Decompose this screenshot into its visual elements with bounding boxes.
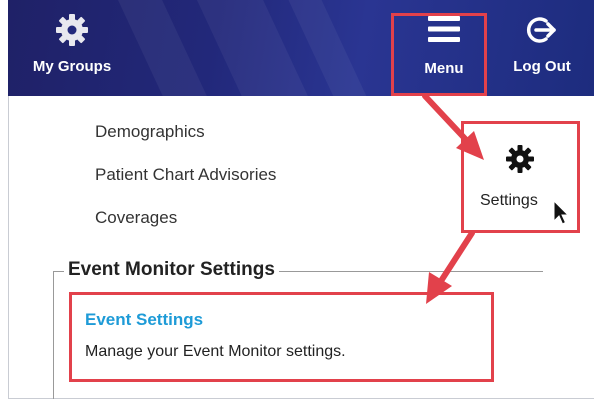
arrow-settings-to-event: [426, 230, 475, 304]
arrow-menu-to-settings: [422, 93, 484, 160]
annotation-arrows: [422, 93, 484, 304]
